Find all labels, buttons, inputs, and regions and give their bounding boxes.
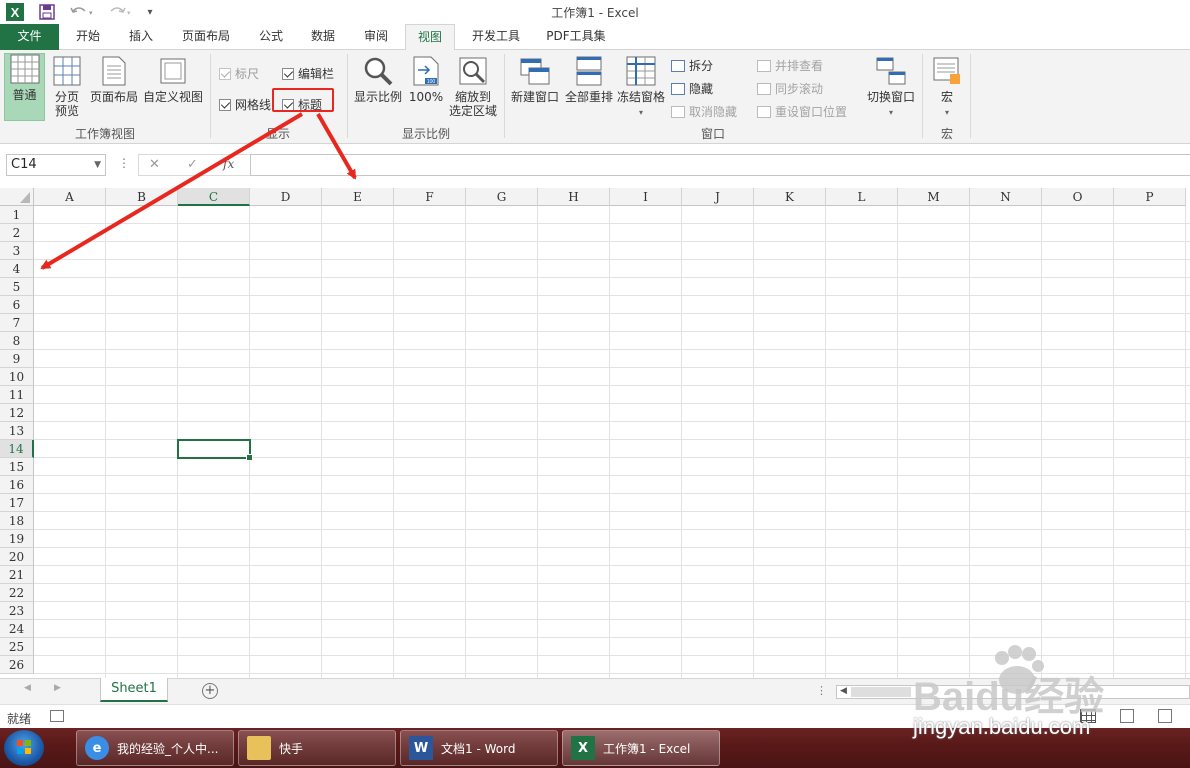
windows-taskbar: e 我的经验_个人中... 快手 W 文档1 - Word X 工作簿1 - E… <box>0 728 1190 768</box>
tab-splitter-icon[interactable]: ⋮ <box>816 684 827 697</box>
excel-icon: X <box>571 736 595 760</box>
hscroll-left-icon[interactable]: ◀ <box>840 686 847 696</box>
scroll-right-icon[interactable]: ▶ <box>54 683 61 693</box>
taskbar-label: 工作簿1 - Excel <box>603 741 691 756</box>
taskbar-item-folder[interactable]: 快手 <box>238 730 396 766</box>
arrow-to-column-headers <box>316 112 357 180</box>
normal-view-status-icon[interactable] <box>1080 709 1096 723</box>
scroll-left-icon[interactable]: ◀ <box>24 683 31 693</box>
browser-icon: e <box>85 736 109 760</box>
taskbar-label: 我的经验_个人中... <box>117 741 219 756</box>
folder-icon <box>247 736 271 760</box>
plus-circle-icon[interactable]: + <box>202 683 218 699</box>
macro-record-icon[interactable] <box>50 710 64 722</box>
status-bar: 就绪 <box>0 704 1190 728</box>
status-ready: 就绪 <box>7 712 32 726</box>
start-button[interactable] <box>4 730 44 766</box>
windows-logo-icon <box>17 740 31 754</box>
sheet-tab-bar: ◀ ▶ Sheet1 + ⋮ ◀ <box>0 678 1190 704</box>
arrow-to-row-headers <box>40 112 304 270</box>
page-break-status-icon[interactable] <box>1158 709 1172 723</box>
page-layout-status-icon[interactable] <box>1120 709 1134 723</box>
word-icon: W <box>409 736 433 760</box>
hscroll-thumb[interactable] <box>851 687 911 697</box>
taskbar-item-browser[interactable]: e 我的经验_个人中... <box>76 730 234 766</box>
taskbar-item-word[interactable]: W 文档1 - Word <box>400 730 558 766</box>
taskbar-label: 快手 <box>279 741 304 756</box>
excel-window: X ▾ ▾ ▾ 工作簿1 - Excel 文件 开始 插入 页面布局 公式 数据… <box>0 0 1190 768</box>
sheet-tab-sheet1[interactable]: Sheet1 <box>100 678 168 702</box>
horizontal-scrollbar[interactable]: ◀ <box>836 685 1190 699</box>
taskbar-label: 文档1 - Word <box>441 741 516 756</box>
taskbar-item-excel[interactable]: X 工作簿1 - Excel <box>562 730 720 766</box>
annotation-arrows <box>40 112 357 270</box>
